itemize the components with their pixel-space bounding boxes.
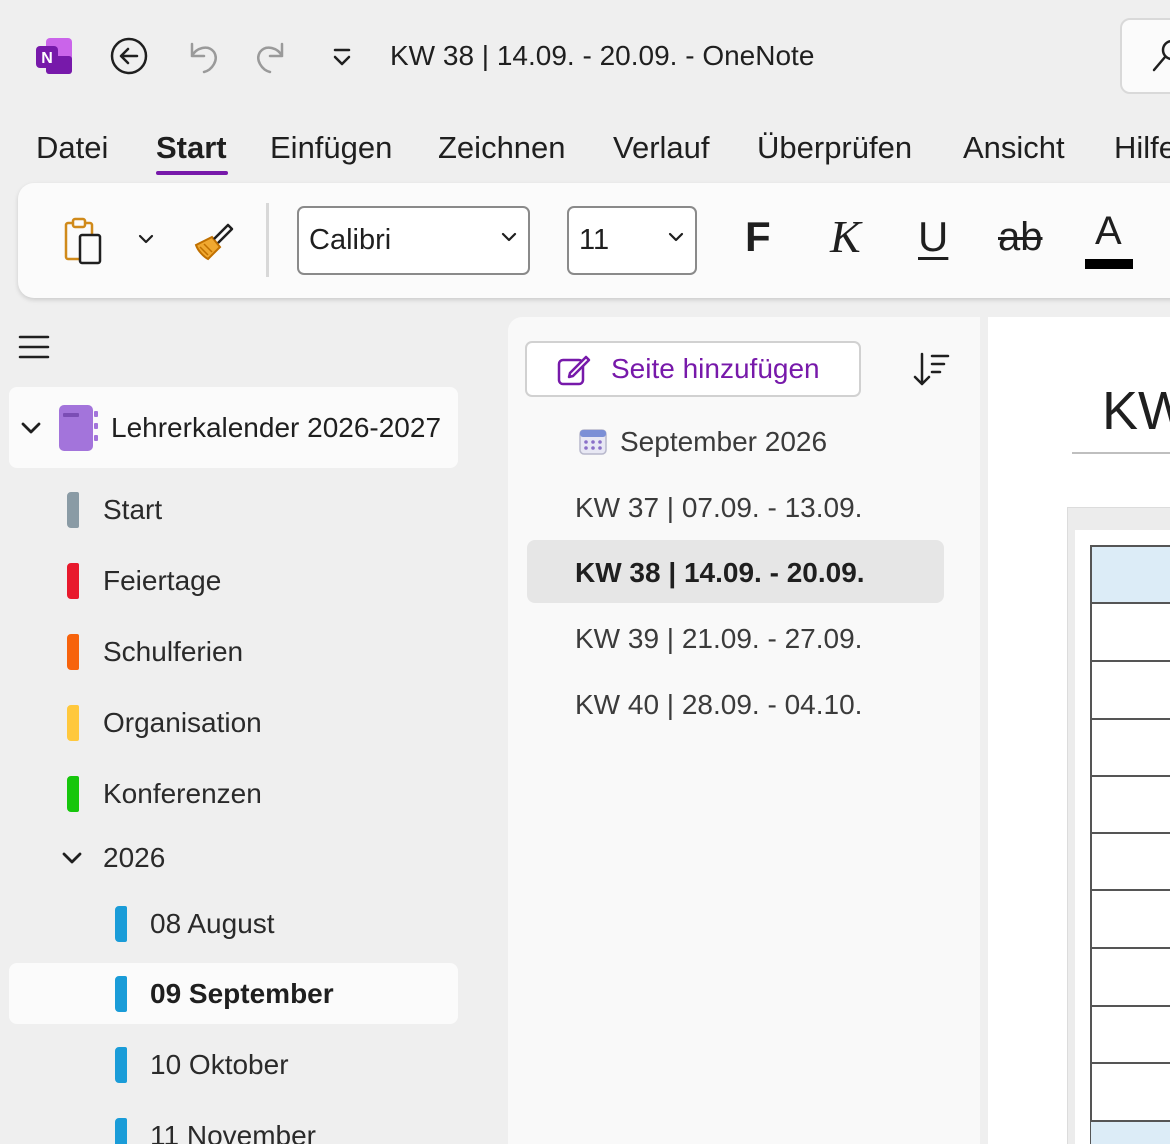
section-label: Organisation: [103, 707, 262, 738]
section-color-tab: [67, 634, 79, 670]
back-button[interactable]: [107, 34, 151, 78]
notebook-icon: [59, 405, 98, 451]
sort-pages-button[interactable]: [910, 348, 954, 392]
font-size-value: 11: [579, 224, 610, 256]
window-title: KW 38 | 14.09. - 20.09. - OneNote: [390, 40, 815, 71]
paste-icon: [64, 217, 102, 265]
section-color-tab: [67, 563, 79, 599]
font-name-select[interactable]: Calibri: [297, 206, 530, 275]
format-painter-icon: [194, 223, 234, 261]
section-11-november[interactable]: 11 November: [0, 1106, 460, 1144]
redo-icon: [257, 42, 284, 74]
format-painter-button[interactable]: [188, 215, 240, 267]
page-title-underline: [1072, 452, 1170, 454]
section-konferenzen[interactable]: Konferenzen: [0, 764, 460, 824]
section-color-tab: [115, 1047, 127, 1083]
tab-start[interactable]: Start: [156, 130, 227, 166]
add-page-button[interactable]: Seite hinzufügen: [525, 341, 861, 397]
chevron-down-icon: [62, 852, 82, 864]
tab-einfuegen[interactable]: Einfügen: [270, 130, 392, 166]
section-color-tab: [67, 705, 79, 741]
section-label: 08 August: [150, 908, 275, 939]
search-icon: [1152, 39, 1170, 72]
font-size-select[interactable]: 11: [567, 206, 697, 275]
section-label: 10 Oktober: [150, 1049, 289, 1080]
section-group-2026[interactable]: 2026: [0, 828, 460, 888]
active-tab-indicator: [156, 171, 228, 175]
section-10-oktober[interactable]: 10 Oktober: [0, 1035, 460, 1095]
page-september-2026[interactable]: September 2026: [620, 426, 827, 458]
font-color-swatch: [1085, 259, 1133, 269]
section-label: 11 November: [150, 1120, 317, 1144]
section-start[interactable]: Start: [0, 480, 460, 540]
tab-ansicht[interactable]: Ansicht: [963, 130, 1065, 166]
section-label: Start: [103, 494, 163, 525]
notebook-item[interactable]: Lehrerkalender 2026-2027: [9, 387, 458, 468]
tab-hilfe[interactable]: Hilfe: [1114, 130, 1170, 166]
section-organisation[interactable]: Organisation: [0, 693, 460, 753]
customize-toolbar-icon: [333, 48, 351, 66]
chevron-down-icon: [668, 232, 684, 242]
italic-button[interactable]: K: [830, 211, 861, 263]
redo-button[interactable]: [250, 34, 294, 78]
page-kw-37[interactable]: KW 37 | 07.09. - 13.09.: [575, 492, 862, 524]
back-icon: [110, 37, 148, 75]
section-group-label: 2026: [103, 842, 166, 873]
section-label: 09 September: [150, 978, 334, 1009]
undo-icon: [190, 42, 217, 74]
section-label: Feiertage: [103, 565, 222, 596]
chevron-down-icon: [501, 232, 517, 242]
tab-datei[interactable]: Datei: [36, 130, 108, 166]
tab-verlauf[interactable]: Verlauf: [613, 130, 710, 166]
add-page-icon: [557, 355, 591, 386]
font-color-label: A: [1095, 209, 1122, 253]
page-title[interactable]: KW: [1102, 380, 1170, 442]
tab-zeichnen[interactable]: Zeichnen: [438, 130, 566, 166]
chevron-down-icon: [138, 234, 154, 244]
section-label: Konferenzen: [103, 778, 262, 809]
section-color-tab: [115, 976, 127, 1012]
section-color-tab: [67, 492, 79, 528]
sort-icon: [913, 352, 950, 386]
table-grid-lines: [1090, 602, 1170, 1144]
section-color-tab: [115, 1118, 127, 1144]
ribbon: Calibri 11 F K U ab A: [18, 183, 1170, 298]
underline-button[interactable]: U: [918, 211, 948, 263]
notebook-name: Lehrerkalender 2026-2027: [111, 412, 442, 443]
onenote-logo-icon: N: [36, 38, 74, 76]
page-kw-39[interactable]: KW 39 | 21.09. - 27.09.: [575, 623, 862, 655]
section-feiertage[interactable]: Feiertage: [0, 551, 460, 611]
section-schulferien[interactable]: Schulferien: [0, 622, 460, 682]
navigation-toggle-button[interactable]: [18, 333, 50, 361]
search-box[interactable]: [1120, 18, 1170, 94]
calendar-icon: [577, 425, 609, 457]
section-label: Schulferien: [103, 636, 244, 667]
customize-toolbar-button[interactable]: [320, 34, 364, 78]
chevron-down-icon: [21, 422, 41, 434]
hamburger-menu-icon: [18, 335, 50, 359]
section-color-tab: [115, 906, 127, 942]
paste-button[interactable]: [58, 213, 108, 269]
page-kw-38[interactable]: KW 38 | 14.09. - 20.09.: [575, 557, 865, 589]
section-color-tab: [67, 776, 79, 812]
tab-ueberpruefen[interactable]: Überprüfen: [757, 130, 912, 166]
font-name-value: Calibri: [309, 224, 392, 256]
section-09-september[interactable]: 09 September: [0, 964, 460, 1024]
bold-button[interactable]: F: [745, 211, 771, 263]
ribbon-divider: [266, 203, 269, 277]
paste-options-button[interactable]: [134, 227, 158, 251]
strikethrough-button[interactable]: ab: [998, 211, 1043, 263]
schedule-table[interactable]: [1090, 545, 1170, 1144]
add-page-label: Seite hinzufügen: [611, 353, 820, 384]
page-kw-40[interactable]: KW 40 | 28.09. - 04.10.: [575, 689, 862, 721]
undo-button[interactable]: [180, 34, 224, 78]
svg-text:N: N: [41, 50, 53, 67]
section-08-august[interactable]: 08 August: [0, 894, 460, 954]
font-color-button[interactable]: A: [1085, 207, 1135, 273]
